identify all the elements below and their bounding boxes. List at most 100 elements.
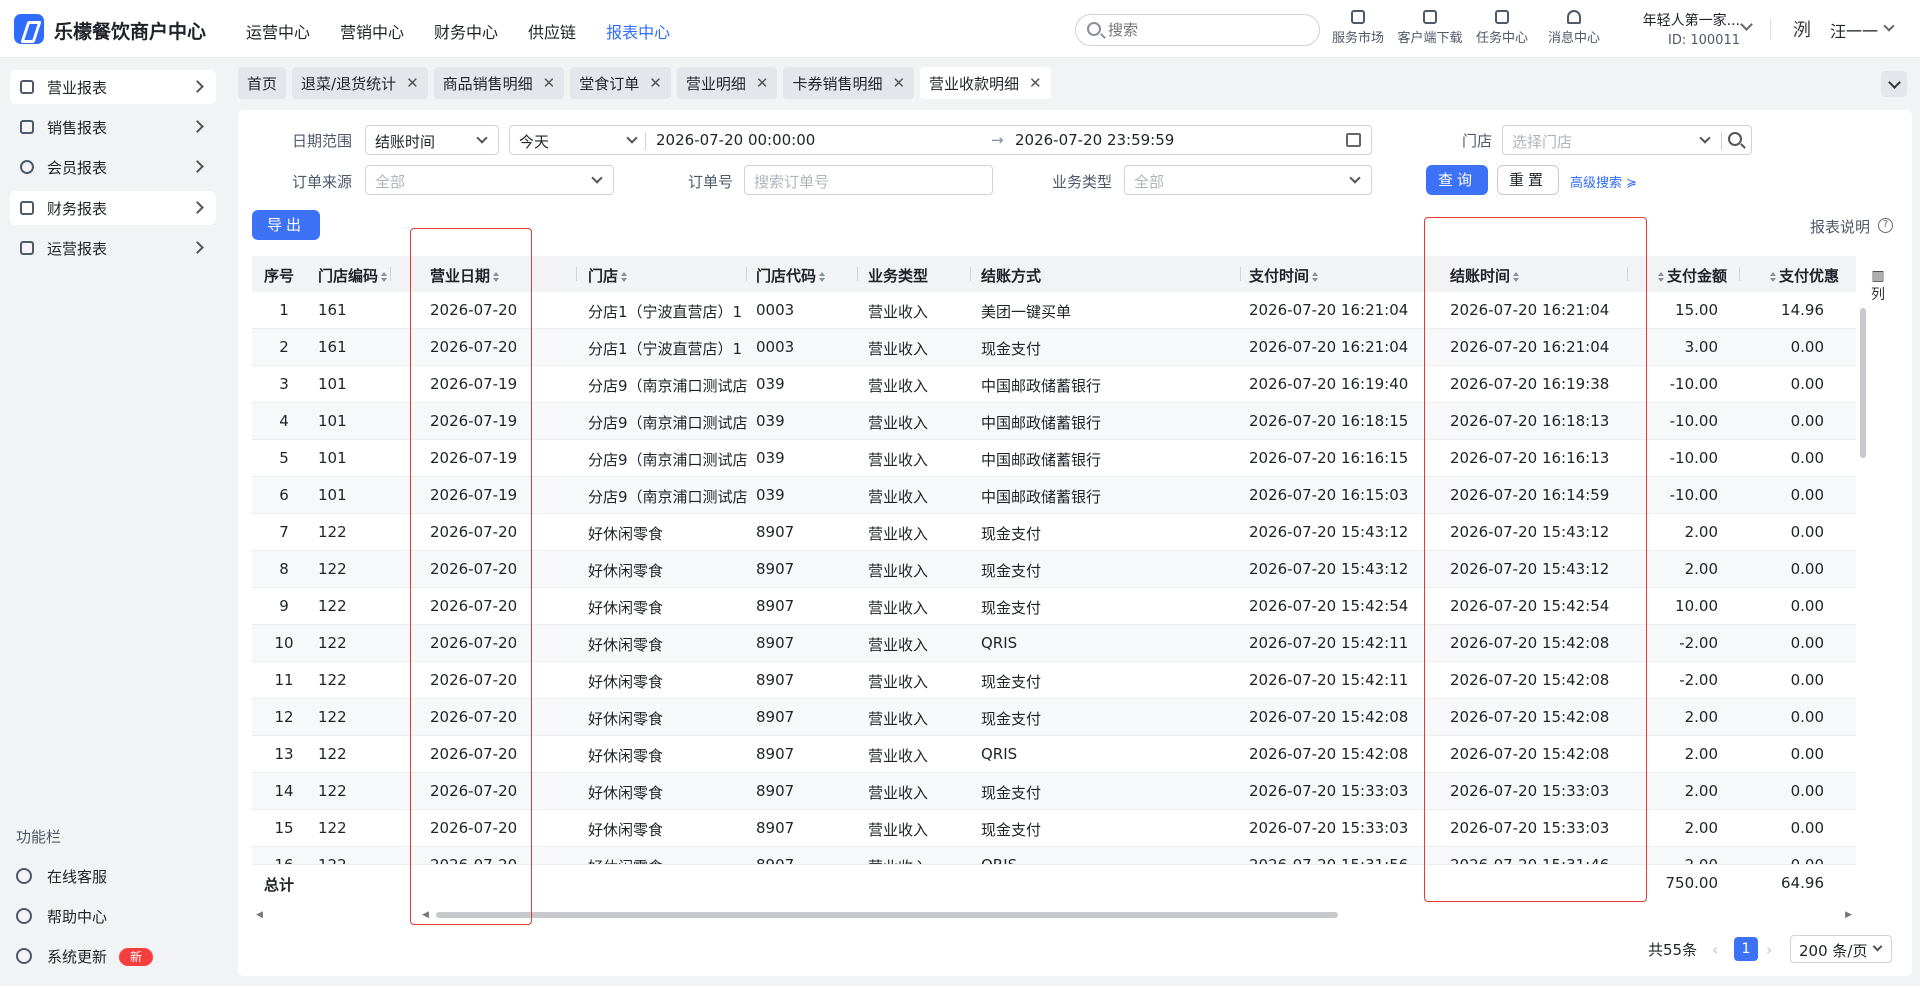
col-header-pay-time[interactable]: 支付时间	[1249, 265, 1319, 286]
col-header-pay-amount[interactable]: 支付金额	[1658, 265, 1727, 286]
scroll-left-icon[interactable]: ◀	[422, 910, 429, 920]
close-icon[interactable]: ✕	[1029, 74, 1042, 92]
tab-return-stats[interactable]: 退菜/退货统计 ✕	[292, 67, 428, 99]
biz-type-select[interactable]: 全部	[1124, 165, 1372, 195]
scroll-right-icon[interactable]: ▶	[1845, 910, 1852, 920]
col-header-checkout-time[interactable]: 结账时间	[1450, 265, 1520, 286]
page-button-current[interactable]: 1	[1734, 937, 1758, 961]
sort-icon[interactable]	[1770, 272, 1776, 282]
question-icon[interactable]: ?	[1878, 218, 1893, 233]
topnav-item-operations[interactable]: 运营中心	[246, 19, 310, 43]
col-header-store-code[interactable]: 门店编码	[318, 265, 388, 286]
calendar-icon[interactable]	[1346, 133, 1361, 147]
tool-client-download[interactable]: 客户端下载	[1394, 8, 1466, 46]
scrollbar-thumb[interactable]	[436, 912, 1338, 918]
col-header-store[interactable]: 门店	[588, 265, 628, 286]
table-row[interactable]: 3 101 2026-07-19 分店9（南京浦口测试店 039 营业收入 中国邮政储蓄银行…	[252, 366, 1856, 403]
query-button[interactable]: 查询	[1426, 165, 1488, 195]
scroll-left-icon[interactable]: ◀	[256, 910, 263, 920]
tabs-menu-button[interactable]	[1881, 71, 1907, 97]
table-row[interactable]: 7 122 2026-07-20 好休闲零食 8907 营业收入 现金支付 2026-07-2…	[252, 514, 1856, 551]
topnav-item-supply-chain[interactable]: 供应链	[528, 19, 576, 43]
table-row[interactable]: 10 122 2026-07-20 好休闲零食 8907 营业收入 QRIS 2026-07-…	[252, 625, 1856, 662]
sort-icon[interactable]	[1658, 272, 1664, 282]
chevron-right-icon	[191, 241, 204, 254]
tool-task-center[interactable]: 任务中心	[1466, 8, 1538, 46]
table-row[interactable]: 8 122 2026-07-20 好休闲零食 8907 营业收入 现金支付 2026-07-2…	[252, 551, 1856, 588]
table-row[interactable]: 15 122 2026-07-20 好休闲零食 8907 营业收入 现金支付 2026-07-…	[252, 810, 1856, 847]
sidebar-item-member-report[interactable]: 会员报表	[10, 150, 216, 184]
vertical-scrollbar[interactable]	[1860, 292, 1866, 872]
sort-icon[interactable]	[1312, 272, 1319, 282]
sort-icon[interactable]	[493, 272, 500, 282]
advanced-search-link[interactable]: 高级搜索 ≽	[1570, 172, 1637, 191]
export-button[interactable]: 导出	[252, 210, 320, 240]
tab-business-detail[interactable]: 营业明细 ✕	[676, 67, 778, 99]
search-icon[interactable]	[1728, 132, 1742, 146]
table-row[interactable]: 5 101 2026-07-19 分店9（南京浦口测试店 039 营业收入 中国邮政储蓄银行…	[252, 440, 1856, 477]
table-row[interactable]: 9 122 2026-07-20 好休闲零食 8907 营业收入 现金支付 2026-07-2…	[252, 588, 1856, 625]
date-range-picker[interactable]: 今天 2026-07-20 00:00:00 → 2026-07-20 23:5…	[509, 125, 1372, 155]
report-note-link[interactable]: 报表说明	[1810, 216, 1870, 237]
close-icon[interactable]: ✕	[649, 74, 662, 92]
sidebar-item-finance-report[interactable]: 财务报表	[10, 191, 216, 225]
table-row[interactable]: 4 101 2026-07-19 分店9（南京浦口测试店 039 营业收入 中国邮政储蓄银行…	[252, 403, 1856, 440]
tab-card-sales[interactable]: 卡券销售明细 ✕	[783, 67, 915, 99]
close-icon[interactable]: ✕	[543, 74, 556, 92]
sort-icon[interactable]	[1513, 272, 1520, 282]
sidebar-item-business-report[interactable]: 营业报表	[10, 70, 216, 104]
cell-biz-type: 营业收入	[868, 673, 929, 691]
table-row[interactable]: 1 161 2026-07-20 分店1（宁波直营店）1 0003 营业收入 美团一键买单 2…	[252, 292, 1856, 329]
global-search[interactable]	[1075, 14, 1320, 46]
table-row[interactable]: 14 122 2026-07-20 好休闲零食 8907 营业收入 现金支付 2026-07-…	[252, 773, 1856, 810]
tab-home[interactable]: 首页	[238, 67, 287, 99]
topnav-item-marketing[interactable]: 营销中心	[340, 19, 404, 43]
next-page-icon[interactable]: ›	[1766, 940, 1772, 959]
sort-icon[interactable]	[621, 272, 628, 282]
prev-page-icon[interactable]: ‹	[1712, 940, 1718, 959]
cell-biz-type: 营业收入	[868, 414, 929, 432]
topnav-item-reports[interactable]: 报表中心	[606, 19, 670, 43]
close-icon[interactable]: ✕	[406, 74, 419, 92]
table-row[interactable]: 12 122 2026-07-20 好休闲零食 8907 营业收入 现金支付 2026-07-…	[252, 699, 1856, 736]
reset-button[interactable]: 重置	[1497, 165, 1559, 195]
chevron-down-icon[interactable]	[1740, 18, 1753, 31]
account-switcher[interactable]: 年轻人第一家... ID: 100011	[1620, 10, 1740, 48]
table-row[interactable]: 6 101 2026-07-19 分店9（南京浦口测试店 039 营业收入 中国邮政储蓄银行…	[252, 477, 1856, 514]
scrollbar-thumb[interactable]	[1860, 308, 1866, 458]
column-settings-button[interactable]: ▥ 列	[1870, 268, 1886, 304]
cell-store: 好休闲零食	[588, 562, 664, 580]
tool-message-center[interactable]: 消息中心	[1538, 8, 1610, 46]
sort-icon[interactable]	[381, 272, 388, 282]
topnav-item-finance[interactable]: 财务中心	[434, 19, 498, 43]
col-header-store-id[interactable]: 门店代码	[756, 265, 826, 286]
col-header-business-date[interactable]: 营业日期	[430, 265, 500, 286]
table-row[interactable]: 2 161 2026-07-20 分店1（宁波直营店）1 0003 营业收入 现金支付 202…	[252, 329, 1856, 366]
order-source-select[interactable]: 全部	[365, 165, 614, 195]
date-type-select[interactable]: 结账时间	[365, 125, 499, 155]
tool-service-market[interactable]: 服务市场	[1322, 8, 1394, 46]
system-update-item[interactable]: 系统更新 新	[16, 944, 176, 968]
user-name[interactable]: 汪一一	[1830, 18, 1878, 42]
store-select[interactable]: 选择门店	[1502, 125, 1752, 155]
table-row[interactable]: 11 122 2026-07-20 好休闲零食 8907 营业收入 现金支付 2026-07-…	[252, 662, 1856, 699]
tab-product-sales[interactable]: 商品销售明细 ✕	[433, 67, 565, 99]
global-search-input[interactable]	[1108, 19, 1308, 41]
avatar[interactable]: 洌	[1789, 16, 1815, 42]
close-icon[interactable]: ✕	[756, 74, 769, 92]
sidebar-item-operations-report[interactable]: 运营报表	[10, 231, 216, 265]
sort-icon[interactable]	[819, 272, 826, 282]
page-size-select[interactable]: 200 条/页	[1790, 935, 1892, 963]
date-start-input[interactable]: 2026-07-20 00:00:00	[656, 131, 815, 149]
date-preset-value[interactable]: 今天	[519, 131, 549, 152]
chevron-down-icon[interactable]	[1883, 20, 1895, 32]
col-header-pay-discount[interactable]: 支付优惠	[1770, 265, 1839, 286]
horizontal-scrollbar[interactable]: ◀ ◀ ▶	[256, 910, 1852, 920]
sidebar-item-sales-report[interactable]: 销售报表	[10, 110, 216, 144]
date-end-input[interactable]: 2026-07-20 23:59:59	[1015, 131, 1174, 149]
tab-payment-detail[interactable]: 营业收款明细 ✕	[920, 67, 1051, 99]
tab-dine-in-orders[interactable]: 堂食订单 ✕	[570, 67, 671, 99]
order-no-input[interactable]: 搜索订单号	[744, 165, 993, 195]
close-icon[interactable]: ✕	[892, 74, 905, 92]
table-row[interactable]: 13 122 2026-07-20 好休闲零食 8907 营业收入 QRIS 2026-07-…	[252, 736, 1856, 773]
